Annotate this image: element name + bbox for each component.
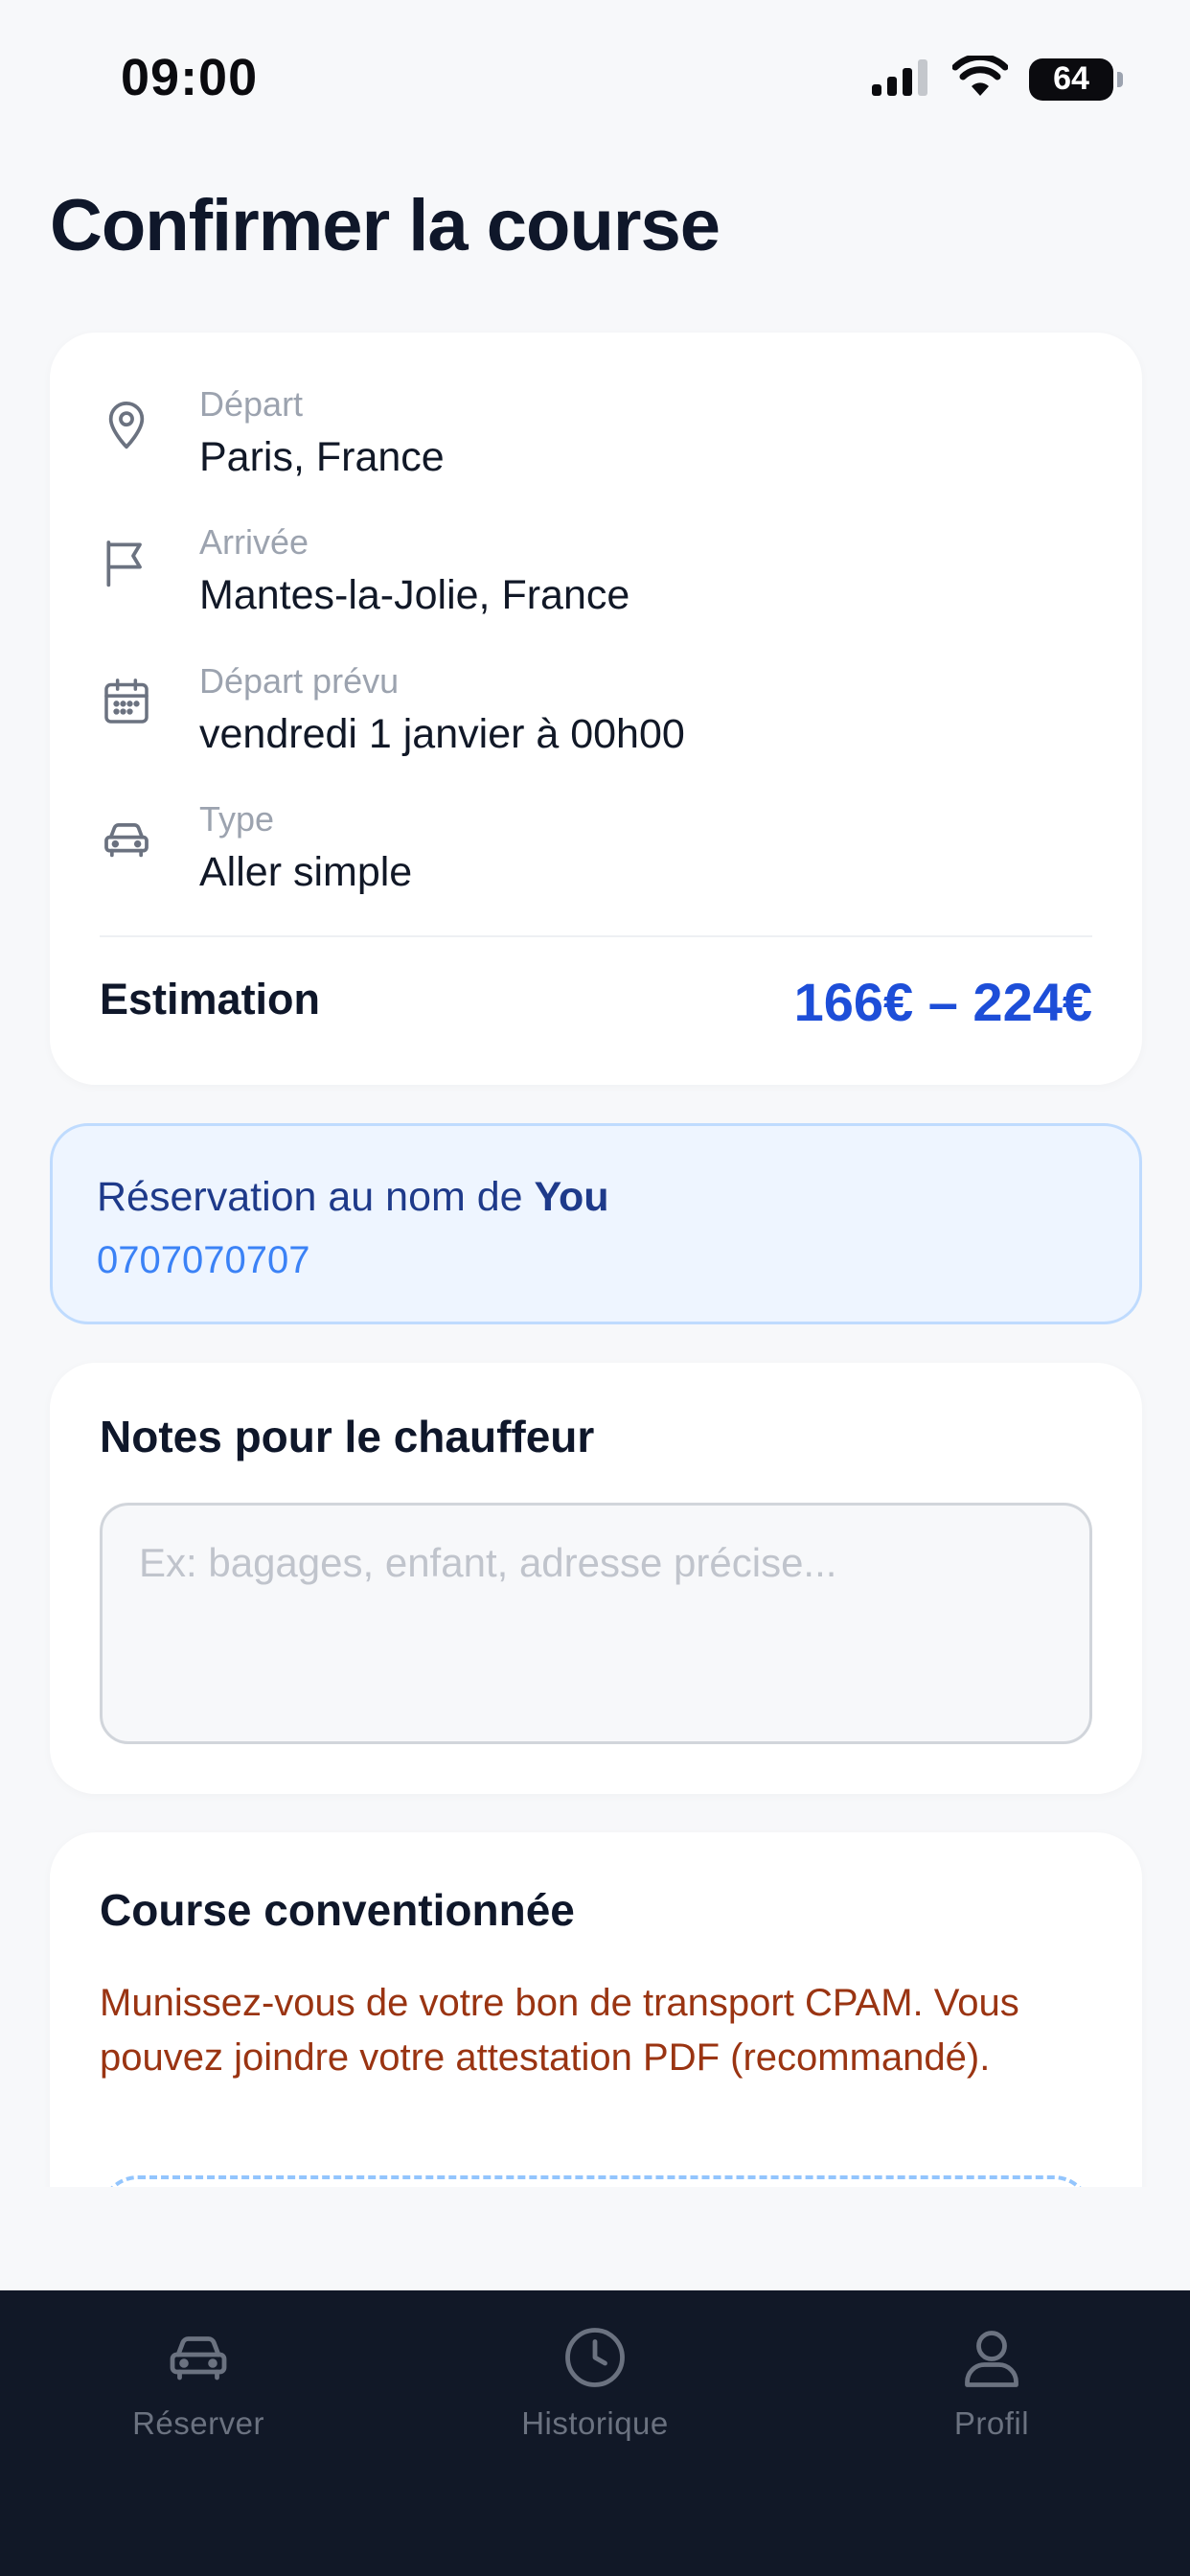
reservation-line: Réservation au nom de You (97, 1174, 609, 1221)
battery-cap (1117, 71, 1123, 87)
attestation-upload-zone[interactable] (100, 2175, 1092, 2187)
arrival-value: Mantes-la-Jolie, France (199, 572, 630, 618)
nav-label-reserver: Réserver (132, 2405, 264, 2441)
wifi-icon (951, 53, 1009, 103)
car-icon (100, 813, 153, 866)
scheduled-departure-label: Départ prévu (199, 661, 400, 701)
driver-notes-input[interactable] (100, 1503, 1092, 1744)
scroll-clip: Course conventionnée Munissez-vous de vo… (0, 0, 1190, 2187)
arrival-label: Arrivée (199, 522, 309, 562)
estimation-price: 166€ – 224€ (793, 972, 1092, 1032)
user-icon (957, 2323, 1026, 2392)
nav-item-profil[interactable]: Profil (848, 2323, 1135, 2442)
battery-percentage: 64 (1053, 60, 1089, 97)
status-time: 09:00 (121, 49, 259, 106)
status-icons: 64 (870, 53, 1123, 103)
car-icon (164, 2323, 233, 2392)
scheduled-departure-value: vendredi 1 janvier à 00h00 (199, 711, 685, 757)
reservation-name: You (534, 1174, 609, 1220)
departure-label: Départ (199, 384, 304, 424)
arrival-row: Arrivée Mantes-la-Jolie, France (100, 518, 1092, 622)
driver-notes-card: Notes pour le chauffeur (50, 1363, 1142, 1794)
trip-type-value: Aller simple (199, 849, 413, 895)
conventionnee-title: Course conventionnée (100, 1885, 575, 1935)
nav-label-historique: Historique (521, 2405, 669, 2441)
reservation-prefix: Réservation au nom de (97, 1174, 535, 1220)
conventionnee-card: Course conventionnée Munissez-vous de vo… (50, 1832, 1142, 2187)
trip-type-label: Type (199, 799, 275, 839)
calendar-icon (100, 675, 153, 728)
battery-indicator: 64 (1029, 58, 1123, 101)
conventionnee-notice: Munissez-vous de votre bon de transport … (100, 1982, 1019, 2079)
nav-item-reserver[interactable]: Réserver (55, 2323, 342, 2442)
trip-type-row: Type Aller simple (100, 795, 1092, 899)
map-pin-icon (100, 398, 153, 451)
reservation-phone: 0707070707 (97, 1239, 310, 1281)
flag-icon (100, 536, 153, 589)
trip-summary-card: Départ Paris, France Arrivée Mantes-la-J… (50, 333, 1142, 1085)
reservation-info-card: Réservation au nom de You 0707070707 (50, 1123, 1142, 1324)
cellular-signal-icon (870, 58, 931, 101)
confirm-ride-screen: 09:00 64 Confirmer la course Départ Pari… (0, 0, 1190, 2576)
departure-value: Paris, France (199, 434, 445, 480)
nav-label-profil: Profil (953, 2405, 1030, 2441)
departure-row: Départ Paris, France (100, 380, 1092, 484)
estimation-label: Estimation (100, 975, 321, 1024)
scheduled-departure-row: Départ prévu vendredi 1 janvier à 00h00 (100, 657, 1092, 761)
notes-title: Notes pour le chauffeur (100, 1412, 595, 1461)
clock-icon (561, 2323, 629, 2392)
page-title: Confirmer la course (50, 185, 721, 266)
bottom-navigation: Réserver Historique Profil (0, 2290, 1190, 2576)
status-bar: 09:00 64 (0, 0, 1190, 153)
nav-item-historique[interactable]: Historique (451, 2323, 739, 2442)
card-divider (100, 935, 1092, 937)
